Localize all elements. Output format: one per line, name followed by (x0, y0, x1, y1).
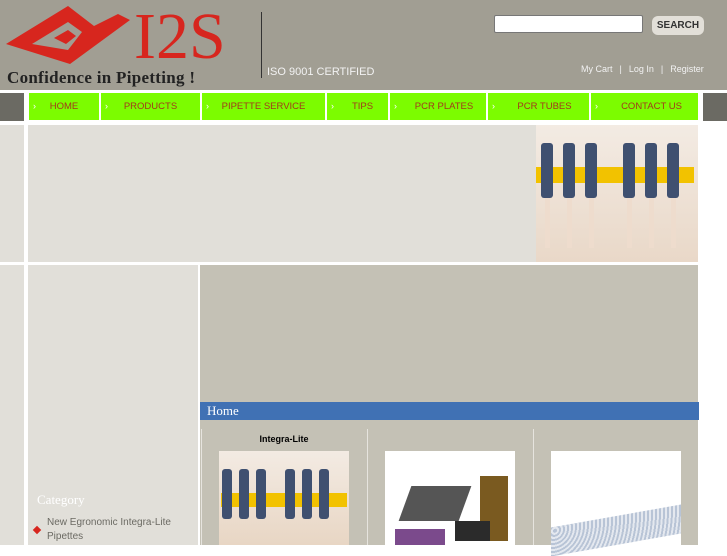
nav-pcr-tubes[interactable]: › PCR TUBES (488, 93, 589, 120)
chevron-right-icon: › (492, 101, 495, 111)
nav-label: PIPETTE SERVICE (221, 101, 306, 112)
product-card[interactable]: Integra-Lite (201, 429, 366, 545)
search-input[interactable] (494, 15, 643, 33)
product-image[interactable] (219, 451, 349, 545)
product-image[interactable] (551, 451, 681, 556)
nav-contact-us[interactable]: › CONTACT US (591, 93, 698, 120)
chevron-right-icon: › (595, 101, 598, 111)
chevron-right-icon: › (33, 101, 36, 111)
nav-label: PRODUCTS (123, 101, 178, 112)
nav-left-cap (0, 93, 24, 121)
log-in-link[interactable]: Log In (629, 64, 654, 74)
separator: | (660, 64, 664, 74)
nav-label: PCR PLATES (414, 101, 474, 112)
brand-logo-text: I2S (134, 0, 226, 73)
nav-label: PCR TUBES (517, 101, 572, 112)
register-link[interactable]: Register (670, 64, 704, 74)
divider (261, 12, 262, 78)
nav-label: HOME (49, 101, 79, 112)
nav-label: CONTACT US (621, 101, 682, 112)
left-strip (0, 265, 24, 545)
nav-pipette-service[interactable]: › PIPETTE SERVICE (202, 93, 325, 120)
separator: | (619, 64, 622, 74)
chevron-right-icon: › (105, 101, 108, 111)
nav-pcr-plates[interactable]: › PCR PLATES (390, 93, 486, 120)
product-card[interactable] (367, 429, 532, 545)
nav-label: TIPS (351, 101, 374, 112)
category-heading: Category (37, 492, 85, 507)
my-cart-link[interactable]: My Cart (581, 64, 613, 74)
category-item[interactable]: New Egronomic Integra-Lite Pipettes (47, 516, 192, 544)
product-image[interactable] (385, 451, 515, 545)
nav-right-cap (703, 93, 727, 121)
main-nav: › HOME › PRODUCTS › PIPETTE SERVICE › TIPS ›… (0, 93, 727, 121)
chevron-right-icon: › (206, 101, 209, 111)
chevron-right-icon: › (394, 101, 397, 111)
nav-tips[interactable]: › TIPS (327, 93, 388, 120)
pipettes-banner-image (536, 125, 698, 262)
product-card[interactable] (533, 429, 698, 556)
account-links: My Cart | Log In | Register (581, 64, 704, 74)
iso-certification: ISO 9001 CERTIFIED (267, 66, 375, 78)
nav-home[interactable]: › HOME (29, 93, 99, 120)
search-button[interactable]: SEARCH (652, 16, 704, 35)
product-title: Integra-Lite (259, 434, 309, 444)
nav-products[interactable]: › PRODUCTS (101, 93, 200, 120)
i2s-logo-icon (6, 6, 130, 64)
chevron-right-icon: › (331, 101, 334, 111)
section-title: Home (200, 402, 699, 420)
left-strip (0, 125, 24, 262)
slogan: Confidence in Pipetting ! (7, 68, 196, 87)
